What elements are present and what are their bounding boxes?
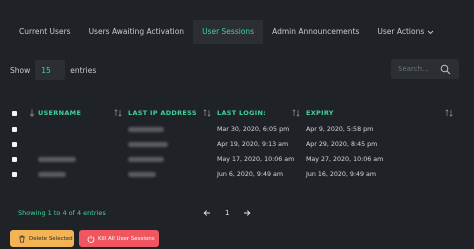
ip-address-cell — [128, 122, 217, 137]
redacted-username — [38, 156, 76, 162]
row-select-cell — [10, 152, 28, 167]
entries-length-control: Show 15 entries — [10, 60, 96, 80]
show-label: Show — [10, 65, 31, 75]
row-checkbox[interactable] — [12, 171, 17, 177]
table-info: Showing 1 to 4 of 4 entries — [18, 209, 106, 217]
row-checkbox[interactable] — [12, 141, 17, 147]
entries-label: entries — [70, 65, 97, 75]
previous-page-arrow-icon[interactable] — [203, 209, 211, 217]
column-header-last-login[interactable]: LAST LOGIN: — [217, 104, 306, 122]
username-cell — [38, 137, 128, 152]
delete-selected-button[interactable]: Delete Selected — [10, 230, 74, 247]
tab-admin-announcements[interactable]: Admin Announcements — [263, 20, 368, 44]
expiry-cell: Apr 9, 2020, 5:58 pm — [306, 126, 374, 133]
tab-label: Admin Announcements — [272, 27, 360, 36]
tab-label: Users Awaiting Activation — [88, 27, 185, 36]
column-header-expiry[interactable]: EXPIRY — [306, 104, 459, 122]
button-label: Delete Selected — [29, 235, 73, 242]
table-header-row: USERNAME LAST IP ADDRESS LAST LOGIN: EXP… — [10, 104, 459, 122]
column-header-username[interactable]: USERNAME — [38, 104, 128, 122]
spacer-cell — [28, 122, 38, 137]
row-checkbox[interactable] — [12, 156, 17, 162]
tab-label: User Actions — [377, 27, 425, 36]
entries-select-value: 15 — [41, 65, 51, 75]
expiry-cell: Jun 16, 2020, 9:49 am — [306, 171, 377, 178]
expiry-cell: May 27, 2020, 10:06 am — [306, 156, 384, 163]
column-label: EXPIRY — [306, 109, 334, 117]
tab-label: User Sessions — [202, 27, 255, 36]
spacer-cell — [28, 137, 38, 152]
redacted-ip-address — [128, 126, 164, 132]
row-checkbox[interactable] — [12, 126, 17, 132]
column-label: USERNAME — [38, 109, 82, 117]
expiry-cell: Apr 29, 2020, 8:45 pm — [306, 141, 378, 148]
last-login-cell: Apr 19, 2020, 9:13 am — [217, 141, 289, 148]
sort-column-header[interactable] — [28, 104, 38, 122]
table-row: Apr 19, 2020, 9:13 am Apr 29, 2020, 8:45… — [10, 137, 459, 152]
trash-icon — [19, 235, 25, 243]
spacer-cell — [28, 152, 38, 167]
tab-label: Current Users — [19, 27, 71, 36]
last-login-cell: Mar 30, 2020, 6:05 pm — [217, 126, 290, 133]
username-cell — [38, 152, 128, 167]
ip-address-cell — [128, 137, 217, 152]
select-all-cell — [10, 104, 28, 122]
column-label: LAST IP ADDRESS — [128, 109, 197, 117]
sort-icon — [292, 109, 300, 117]
ip-address-cell — [128, 152, 217, 167]
tab-bar: Current Users Users Awaiting Activation … — [10, 20, 443, 44]
last-login-cell: Jun 6, 2020, 9:49 am — [217, 171, 284, 178]
tab-user-actions[interactable]: User Actions — [368, 20, 442, 44]
sort-icon — [203, 109, 211, 117]
power-icon — [87, 235, 95, 243]
column-header-last-ip-address[interactable]: LAST IP ADDRESS — [128, 104, 217, 122]
pagination: 1 — [203, 205, 251, 221]
redacted-ip-address — [128, 156, 164, 162]
tab-current-users[interactable]: Current Users — [10, 20, 80, 44]
table-row: Jun 6, 2020, 9:49 am Jun 16, 2020, 9:49 … — [10, 167, 459, 182]
current-page-number[interactable]: 1 — [225, 209, 229, 217]
search-icon[interactable] — [440, 64, 451, 75]
username-cell — [38, 167, 128, 182]
ip-address-cell — [128, 167, 217, 182]
last-login-cell: May 17, 2020, 10:06 am — [217, 156, 295, 163]
sort-icon — [114, 109, 122, 117]
row-select-cell — [10, 167, 28, 182]
spacer-cell — [28, 167, 38, 182]
redacted-username — [38, 171, 66, 177]
redacted-ip-address — [128, 171, 156, 177]
search-input[interactable]: Search... — [391, 59, 459, 79]
select-all-checkbox[interactable] — [12, 110, 17, 116]
button-label: Kill All User Sessions — [98, 235, 155, 242]
row-select-cell — [10, 122, 28, 137]
sessions-table: USERNAME LAST IP ADDRESS LAST LOGIN: EXP… — [10, 104, 459, 182]
tab-user-sessions[interactable]: User Sessions — [193, 20, 264, 44]
username-cell — [38, 122, 128, 137]
redacted-ip-address — [128, 141, 168, 147]
table-row: Mar 30, 2020, 6:05 pm Apr 9, 2020, 5:58 … — [10, 122, 459, 137]
column-label: LAST LOGIN: — [217, 109, 267, 117]
row-select-cell — [10, 137, 28, 152]
tab-users-awaiting-activation[interactable]: Users Awaiting Activation — [80, 20, 194, 44]
sort-arrow-icon — [29, 109, 35, 117]
kill-all-sessions-button[interactable]: Kill All User Sessions — [79, 230, 159, 247]
chevron-down-icon — [427, 29, 434, 35]
search-placeholder: Search... — [398, 65, 429, 73]
entries-select[interactable]: 15 — [35, 60, 66, 80]
sort-icon — [445, 109, 453, 117]
next-page-arrow-icon[interactable] — [243, 209, 251, 217]
table-row: May 17, 2020, 10:06 am May 27, 2020, 10:… — [10, 152, 459, 167]
